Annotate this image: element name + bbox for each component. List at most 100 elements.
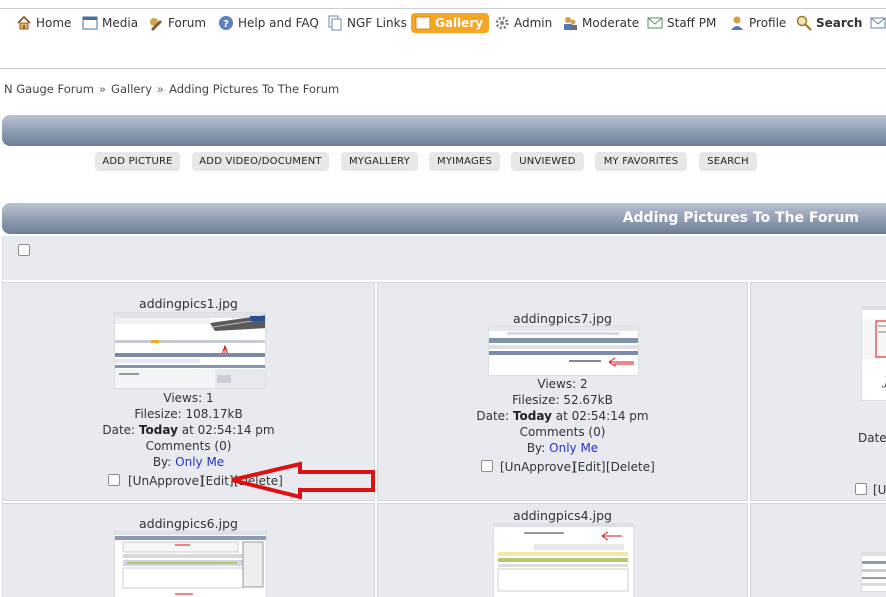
unviewed-button[interactable]: UNVIEWED xyxy=(511,152,584,171)
picture-select-checkbox[interactable] xyxy=(108,474,120,486)
search-button[interactable]: SEARCH xyxy=(699,152,757,171)
picture-views: Views: 1 xyxy=(163,391,214,405)
admin-icon xyxy=(494,15,510,31)
picture-date-time: at 02:54:14 pm xyxy=(551,409,649,423)
picture-filesize: Filesize: 108.17kB xyxy=(134,407,243,421)
picture-date-day: Today xyxy=(512,409,552,423)
annotation-arrow xyxy=(231,461,375,500)
breadcrumb-item-forum[interactable]: N Gauge Forum xyxy=(4,82,94,96)
picture-author-link[interactable]: Only Me xyxy=(549,441,598,455)
nav-moderate-label: Moderate xyxy=(582,16,640,30)
breadcrumb-item-gallery[interactable]: Gallery xyxy=(111,82,152,96)
nav-help-label: Help and FAQ xyxy=(238,16,319,30)
picture-date: Date: Today at 02:54:14 pm xyxy=(3,422,374,438)
picture-thumbnail[interactable] xyxy=(861,552,886,592)
help-icon: ? xyxy=(218,15,234,31)
edit-link[interactable]: [Edit] xyxy=(573,460,606,474)
picture-thumbnail[interactable]: Jf xyxy=(861,306,886,401)
nav-staff-pm[interactable]: Staff PM xyxy=(647,13,716,33)
svg-text:Jf: Jf xyxy=(881,374,886,388)
select-all-checkbox[interactable] xyxy=(18,244,30,256)
nav-profile[interactable]: Profile xyxy=(729,13,786,33)
staff-pm-icon xyxy=(647,15,663,31)
picture-filename[interactable]: addingpics7.jpg xyxy=(378,311,747,326)
gallery-header-bar xyxy=(2,115,886,146)
nav-forum[interactable]: Forum xyxy=(148,13,206,33)
gallery-button-row: ADD PICTURE ADD VIDEO/DOCUMENT MYGALLERY… xyxy=(0,152,886,172)
picture-filename[interactable]: addingpics4.jpg xyxy=(378,508,747,523)
picture-author: By: Only Me xyxy=(378,440,747,456)
nav-moderate[interactable]: Moderate xyxy=(562,13,639,33)
nav-gallery-label: Gallery xyxy=(435,16,484,30)
nav-home[interactable]: Home xyxy=(16,13,71,33)
picture-date: Date: Today at 02:54:14 pm xyxy=(378,408,747,424)
picture-author-prefix: By: xyxy=(152,455,176,469)
picture-author-prefix: By: xyxy=(526,441,550,455)
media-icon xyxy=(82,15,98,31)
myimages-button[interactable]: MYIMAGES xyxy=(429,152,500,171)
picture-cell xyxy=(750,503,886,597)
breadcrumb-item-album[interactable]: Adding Pictures To The Forum xyxy=(169,82,339,96)
picture-date: Date: xyxy=(858,431,886,445)
picture-thumbnail[interactable] xyxy=(114,312,266,389)
nav-admin-label: Admin xyxy=(514,16,553,30)
nav-mail[interactable] xyxy=(870,13,886,33)
add-video-document-button[interactable]: ADD VIDEO/DOCUMENT xyxy=(192,152,329,171)
album-title: Adding Pictures To The Forum xyxy=(622,210,859,226)
picture-cell: addingpics4.jpg xyxy=(377,503,748,597)
nav-home-label: Home xyxy=(36,16,72,30)
picture-comments[interactable]: Comments (0) xyxy=(378,424,747,440)
breadcrumb: N Gauge Forum » Gallery » Adding Pictures To… xyxy=(4,82,339,96)
nav-staff-pm-label: Staff PM xyxy=(667,16,717,30)
picture-filename[interactable]: addingpics6.jpg xyxy=(3,516,374,531)
delete-link[interactable]: [Delete] xyxy=(606,460,655,474)
gallery-icon xyxy=(415,15,431,31)
picture-thumbnail[interactable] xyxy=(114,531,267,597)
breadcrumb-separator: » xyxy=(157,82,165,96)
breadcrumb-separator: » xyxy=(99,82,107,96)
picture-date-day: Today xyxy=(138,423,178,437)
nav-help-faq[interactable]: ? Help and FAQ xyxy=(218,13,319,33)
moderate-icon xyxy=(562,15,578,31)
nav-gallery[interactable]: Gallery xyxy=(411,13,490,33)
mygallery-button[interactable]: MYGALLERY xyxy=(341,152,418,171)
nav-admin[interactable]: Admin xyxy=(494,13,552,33)
picture-cell: Jf Date: [Un xyxy=(750,282,886,501)
picture-date-prefix: Date: xyxy=(102,423,139,437)
header-divider xyxy=(0,68,886,69)
unapprove-link[interactable]: [Un xyxy=(873,483,886,497)
nav-media-label: Media xyxy=(102,16,139,30)
profile-icon xyxy=(729,15,745,31)
unapprove-link[interactable]: [UnApprove] xyxy=(500,460,576,474)
picture-views: Views: 2 xyxy=(537,377,588,391)
picture-select-checkbox[interactable] xyxy=(855,483,867,495)
album-title-bar: Adding Pictures To The Forum xyxy=(2,203,886,234)
mail-icon xyxy=(870,15,886,31)
my-favorites-button[interactable]: MY FAVORITES xyxy=(595,152,687,171)
picture-comments[interactable]: Comments (0) xyxy=(3,438,374,454)
picture-cell: addingpics6.jpg xyxy=(2,503,375,597)
svg-text:?: ? xyxy=(223,19,229,30)
picture-date-time: at 02:54:14 pm xyxy=(177,423,275,437)
nav-top-divider xyxy=(0,8,886,9)
top-navigation: Home Media Forum ? Help and FAQ NGF Link… xyxy=(0,0,886,44)
nav-forum-label: Forum xyxy=(168,16,207,30)
nav-ngf-links[interactable]: NGF Links xyxy=(327,13,407,33)
picture-filesize: Filesize: 52.67kB xyxy=(512,393,613,407)
nav-media[interactable]: Media xyxy=(82,13,138,33)
picture-date-prefix: Date: xyxy=(476,409,513,423)
add-picture-button[interactable]: ADD PICTURE xyxy=(95,152,180,171)
nav-links-label: NGF Links xyxy=(347,16,407,30)
home-icon xyxy=(16,15,32,31)
picture-select-checkbox[interactable] xyxy=(481,460,493,472)
links-icon xyxy=(327,15,343,31)
picture-thumbnail[interactable] xyxy=(493,523,634,597)
select-all-row xyxy=(2,236,886,280)
unapprove-link[interactable]: [UnApprove] xyxy=(128,474,204,488)
nav-search[interactable]: Search xyxy=(796,13,862,33)
picture-thumbnail[interactable] xyxy=(488,326,639,376)
picture-filename[interactable]: addingpics1.jpg xyxy=(3,296,374,311)
nav-profile-label: Profile xyxy=(749,16,787,30)
picture-author-link[interactable]: Only Me xyxy=(175,455,224,469)
picture-cell: addingpics7.jpg Views: 2 Filesize: 52.67… xyxy=(377,282,748,501)
